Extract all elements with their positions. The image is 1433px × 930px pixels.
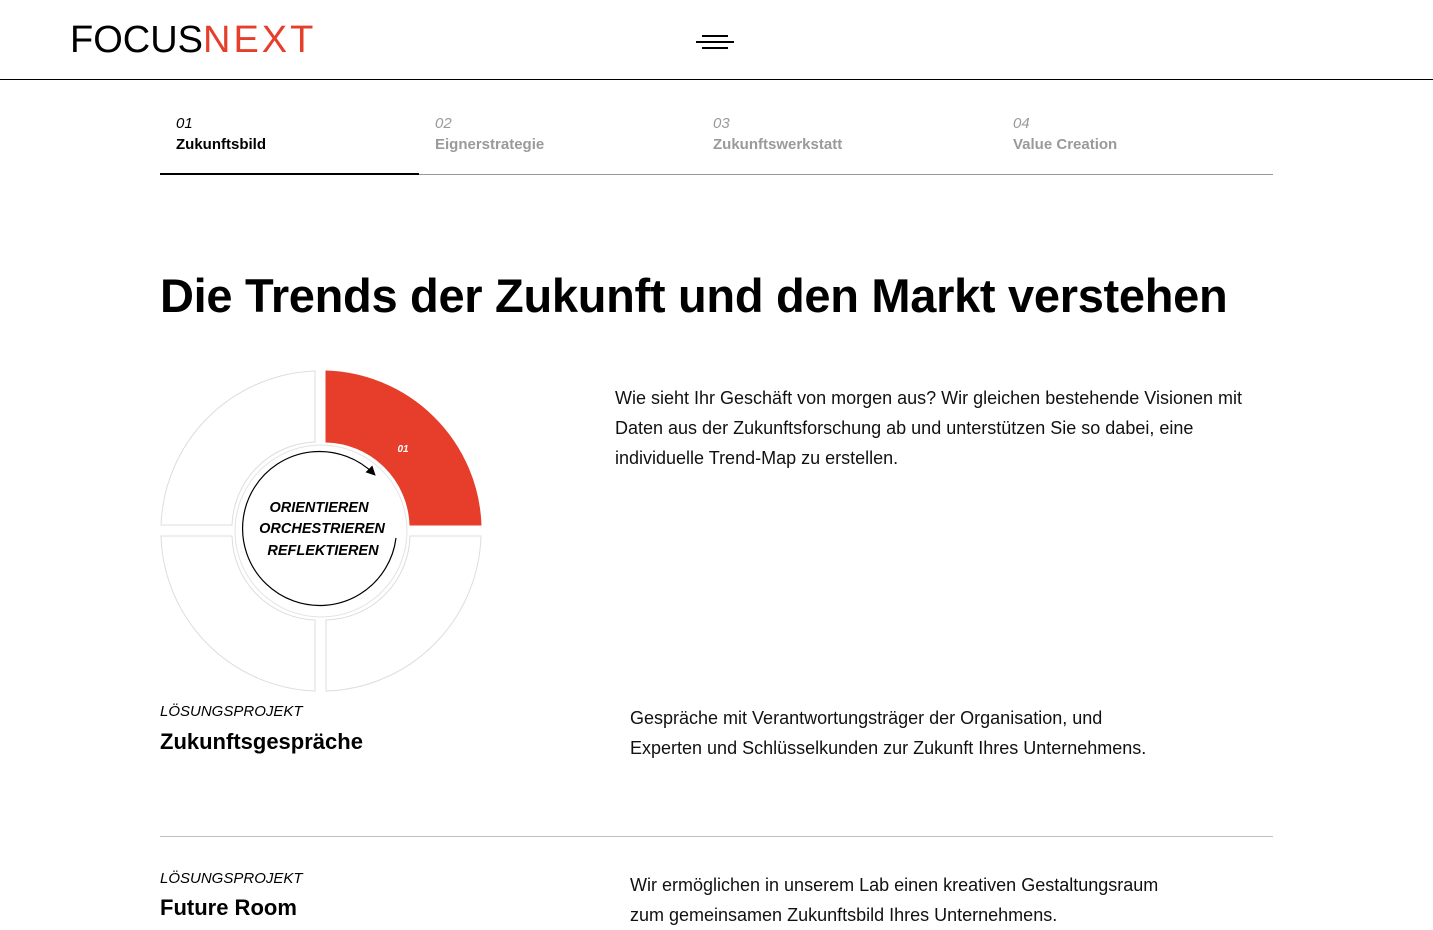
site-header: FOCUSNEXT [0, 0, 1433, 80]
menu-line [702, 47, 728, 49]
tab-zukunftswerkstatt[interactable]: 03 Zukunftswerkstatt [713, 115, 842, 157]
service-tabs: 01 Zukunftsbild 02 Eignerstrategie 03 Zu… [160, 100, 1273, 175]
active-tab-indicator [160, 173, 419, 175]
tab-value-creation[interactable]: 04 Value Creation [1013, 115, 1117, 157]
project-description: Wir ermöglichen in unserem Lab einen kre… [630, 875, 1159, 925]
section-divider [160, 836, 1273, 837]
tab-label: Zukunftsbild [176, 136, 266, 153]
tab-number: 03 [713, 115, 730, 132]
logo-next: NEXT [203, 19, 317, 61]
tab-label: Eignerstrategie [435, 136, 545, 153]
tab-number: 04 [1013, 115, 1030, 132]
menu-line [696, 41, 734, 43]
page-title: Die Trends der Zukunft und den Markt ver… [160, 269, 1228, 322]
tab-eignerstrategie[interactable]: 02 Eignerstrategie [435, 115, 544, 157]
center-label-line-1: ORIENTIEREN [269, 500, 369, 516]
hamburger-menu-icon[interactable] [696, 34, 734, 50]
tab-number: 01 [176, 115, 193, 132]
intro-text: Wie sieht Ihr Geschäft von morgen aus? W… [615, 388, 1242, 468]
segment-number: 01 [397, 444, 409, 455]
logo-focus: FOCUS [70, 19, 203, 61]
tab-label: Zukunftswerkstatt [713, 136, 843, 153]
project-kicker: LÖSUNGSPROJEKT [160, 703, 303, 720]
project-description: Gespräche mit Verantwortungsträger der O… [630, 708, 1147, 758]
tab-label: Value Creation [1013, 136, 1118, 153]
project-title: Future Room [160, 895, 297, 920]
tab-number: 02 [435, 115, 452, 132]
process-cycle-diagram: 01 ORIENTIEREN ORCHESTRIEREN REFLEKTIERE… [160, 370, 482, 692]
focusnext-logo[interactable]: FOCUSNEXT [70, 18, 316, 62]
center-label-line-2: ORCHESTRIEREN [259, 521, 385, 537]
tab-zukunftsbild[interactable]: 01 Zukunftsbild [176, 115, 266, 157]
menu-line [702, 35, 728, 37]
project-title: Zukunftsgespräche [160, 729, 363, 754]
center-label-line-3: REFLEKTIEREN [267, 543, 379, 559]
project-kicker: LÖSUNGSPROJEKT [160, 870, 303, 887]
